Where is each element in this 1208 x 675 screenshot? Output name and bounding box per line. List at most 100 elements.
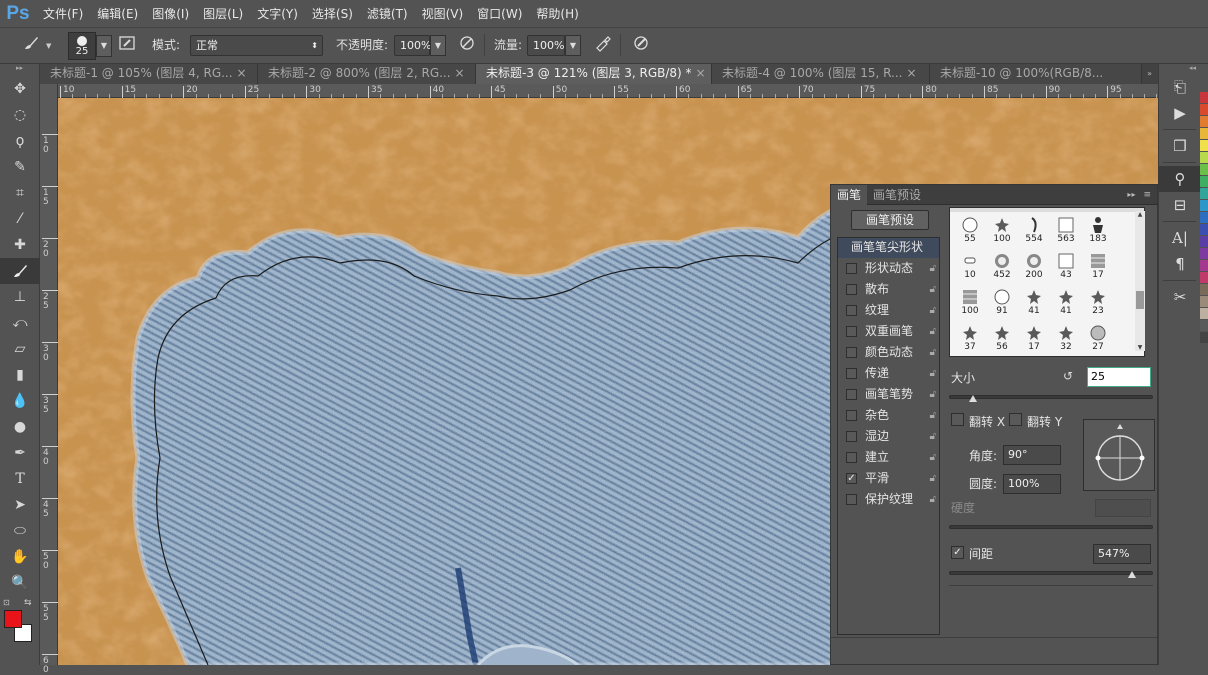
type-tool-icon[interactable]: T	[0, 466, 40, 492]
tab-document-10[interactable]: 未标题-10 @ 100%(RGB/8...	[930, 64, 1142, 84]
brush-tip-shape-item[interactable]: 画笔笔尖形状	[837, 237, 940, 258]
brush-picker-caret-icon[interactable]: ▼	[96, 35, 112, 57]
foreground-color-swatch[interactable]	[4, 610, 22, 628]
spacing-slider-thumb[interactable]	[1128, 571, 1136, 578]
spacing-checkbox[interactable]: ✓	[951, 546, 964, 559]
brush-preset-circle[interactable]: 55	[954, 214, 986, 248]
panel-collapse-icon[interactable]: ▸▸	[1127, 190, 1143, 199]
option-checkbox[interactable]	[846, 347, 857, 358]
tab-document-1[interactable]: 未标题-1 @ 105% (图层 4, RG... ×	[40, 64, 258, 84]
brush-preset-figure[interactable]: 183	[1082, 214, 1114, 248]
color-swatch[interactable]	[1200, 128, 1208, 139]
brush-preset-flower[interactable]: 41	[1050, 286, 1082, 320]
close-icon[interactable]: ×	[692, 64, 710, 83]
color-swatch[interactable]	[1200, 320, 1208, 331]
ellipse-tool-icon[interactable]: ⬭	[0, 518, 40, 544]
panel-menu-icon[interactable]: ≡	[1143, 190, 1157, 200]
spacing-slider[interactable]	[949, 571, 1153, 575]
path-select-tool-icon[interactable]: ➤	[0, 492, 40, 518]
color-swatch[interactable]	[1200, 260, 1208, 271]
history-brush-tool-icon[interactable]: ⤺	[0, 310, 40, 336]
scroll-thumb[interactable]	[1136, 291, 1144, 309]
scroll-up-icon[interactable]: ▲	[1135, 211, 1145, 218]
tab-document-2[interactable]: 未标题-2 @ 800% (图层 2, RG... ×	[258, 64, 476, 84]
brush-option-row[interactable]: 双重画笔 🔓︎	[837, 321, 940, 342]
brush-option-row[interactable]: 传递 🔓︎	[837, 363, 940, 384]
tool-preset-caret-icon[interactable]: ▼	[46, 42, 51, 50]
brush-tool-preset-icon[interactable]	[20, 34, 42, 58]
lasso-tool-icon[interactable]: ϙ	[0, 128, 40, 154]
tab-brush[interactable]: 画笔	[831, 184, 868, 205]
tab-document-3[interactable]: 未标题-3 @ 121% (图层 3, RGB/8) * ×	[476, 64, 712, 84]
brush-panel-icon[interactable]: ⚲	[1159, 166, 1201, 192]
pressure-opacity-icon[interactable]	[456, 34, 478, 58]
brush-tool-icon[interactable]	[0, 258, 40, 284]
airbrush-icon[interactable]	[592, 34, 614, 58]
color-swatch[interactable]	[1200, 236, 1208, 247]
ruler-origin[interactable]	[40, 84, 58, 98]
dock-collapse-icon[interactable]: ◂◂	[1159, 64, 1200, 74]
stamp-tool-icon[interactable]: ⊥	[0, 284, 40, 310]
lock-icon[interactable]: 🔓︎	[930, 468, 936, 489]
color-swatch[interactable]	[1200, 92, 1208, 103]
option-checkbox[interactable]	[846, 494, 857, 505]
scroll-down-icon[interactable]: ▼	[1135, 344, 1145, 351]
angle-roundness-widget[interactable]	[1083, 419, 1155, 491]
opacity-dropdown-icon[interactable]: ▼	[430, 35, 446, 56]
menu-select[interactable]: 选择(S)	[305, 0, 360, 28]
toolbox-collapse-icon[interactable]: ▸▸	[0, 64, 39, 76]
color-swatch[interactable]	[1200, 200, 1208, 211]
angle-input[interactable]: 90°	[1003, 445, 1061, 465]
brush-preset-dots[interactable]: 56	[986, 322, 1018, 356]
brush-option-row[interactable]: 湿边 🔓︎	[837, 426, 940, 447]
brush-picker[interactable]: 25	[68, 32, 96, 60]
brush-preset-mesh[interactable]: 17	[1082, 250, 1114, 284]
menu-type[interactable]: 文字(Y)	[250, 0, 305, 28]
brush-preset-cone[interactable]: 23	[1082, 286, 1114, 320]
option-checkbox[interactable]	[846, 431, 857, 442]
close-icon[interactable]: ×	[451, 64, 469, 83]
option-checkbox[interactable]	[846, 368, 857, 379]
option-checkbox[interactable]	[846, 305, 857, 316]
brush-preset-ring[interactable]: 200	[1018, 250, 1050, 284]
brush-option-row[interactable]: 形状动态 🔓︎	[837, 258, 940, 279]
marquee-tool-icon[interactable]: ◌	[0, 102, 40, 128]
brush-preset-dash[interactable]: 10	[954, 250, 986, 284]
paragraph-panel-icon[interactable]: ¶	[1159, 251, 1201, 277]
brush-preset-glow[interactable]: 27	[1082, 322, 1114, 356]
swap-colors-icon[interactable]: ⇆	[24, 598, 32, 608]
quick-select-tool-icon[interactable]: ✎	[0, 154, 40, 180]
brush-preset-leaf[interactable]: 17	[1018, 322, 1050, 356]
brush-option-row[interactable]: 画笔笔势 🔓︎	[837, 384, 940, 405]
brush-option-row[interactable]: 建立 🔓︎	[837, 447, 940, 468]
pen-tool-icon[interactable]: ✒	[0, 440, 40, 466]
crop-tool-icon[interactable]: ⌗	[0, 180, 40, 206]
character-panel-icon[interactable]: A|	[1159, 225, 1201, 251]
lock-icon[interactable]: 🔓︎	[930, 342, 936, 363]
brush-preset-fur[interactable]: 41	[1018, 286, 1050, 320]
color-swatch[interactable]	[1200, 272, 1208, 283]
reset-size-icon[interactable]: ↺	[1063, 369, 1073, 383]
color-swatch[interactable]	[1200, 308, 1208, 319]
brush-preset-spiral[interactable]: 452	[986, 250, 1018, 284]
brush-preset-stripe[interactable]: 100	[954, 286, 986, 320]
brush-preset-star[interactable]: 37	[954, 322, 986, 356]
lock-icon[interactable]: 🔓︎	[930, 426, 936, 447]
flow-input[interactable]: 100%	[527, 35, 565, 56]
default-colors-icon[interactable]: ⊡	[3, 598, 10, 607]
brush-option-row[interactable]: 纹理 🔓︎	[837, 300, 940, 321]
flow-dropdown-icon[interactable]: ▼	[565, 35, 581, 56]
menu-edit[interactable]: 编辑(E)	[90, 0, 145, 28]
brush-option-row[interactable]: 颜色动态 🔓︎	[837, 342, 940, 363]
blur-tool-icon[interactable]: 💧	[0, 388, 40, 414]
pressure-size-icon[interactable]	[630, 34, 652, 58]
eyedropper-tool-icon[interactable]: ⁄	[0, 206, 40, 232]
lock-icon[interactable]: 🔓︎	[930, 279, 936, 300]
brush-preset-grid[interactable]: 55 100 554 563 183 10 452 200 43 17 100 91 41 41 23 37 5…	[949, 207, 1145, 357]
eraser-tool-icon[interactable]: ▱	[0, 336, 40, 362]
lock-icon[interactable]: 🔓︎	[930, 258, 936, 279]
brush-preset-rect[interactable]: 43	[1050, 250, 1082, 284]
menu-window[interactable]: 窗口(W)	[470, 0, 529, 28]
tool-presets-panel-icon[interactable]: ✂	[1159, 284, 1201, 310]
tabs-overflow-icon[interactable]: »	[1142, 64, 1158, 84]
